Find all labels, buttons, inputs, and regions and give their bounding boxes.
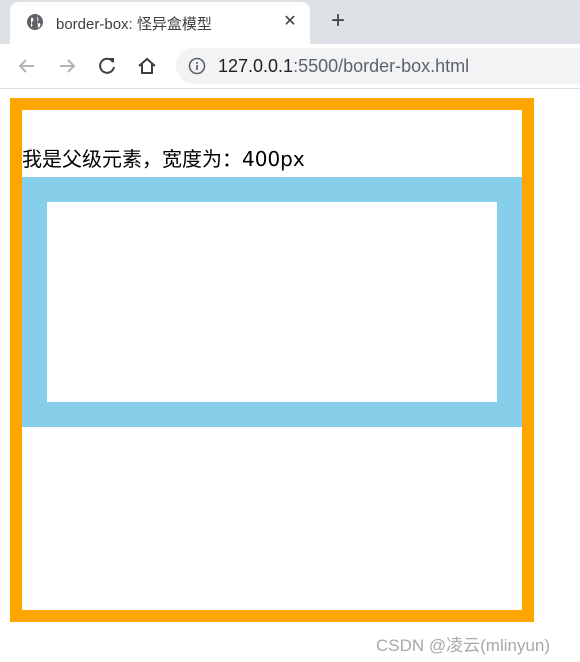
address-bar[interactable]: 127.0.0.1:5500/border-box.html [176,48,580,84]
browser-tab[interactable]: border-box: 怪异盒模型 ✕ [10,2,310,44]
url-host: 127.0.0.1 [218,56,294,76]
globe-icon [27,14,43,30]
close-icon[interactable]: ✕ [280,12,300,32]
parent-text: 我是父级元素，宽度为：400px [22,147,305,171]
reload-icon[interactable] [96,55,118,77]
child-box [22,177,522,427]
url-path: :5500/border-box.html [293,56,470,76]
parent-box: 我是父级元素，宽度为：400px [10,98,534,622]
arrow-right-icon[interactable] [56,55,78,77]
browser-toolbar: 127.0.0.1:5500/border-box.html [0,44,580,89]
arrow-left-icon[interactable] [16,55,38,77]
new-tab-button[interactable]: + [325,8,351,34]
tab-strip: border-box: 怪异盒模型 ✕ + [0,0,580,44]
info-icon[interactable] [188,57,206,75]
tab-title: border-box: 怪异盒模型 [56,16,212,33]
home-icon[interactable] [136,55,158,77]
watermark: CSDN @凌云(mlinyun) [376,636,551,655]
url-text[interactable]: 127.0.0.1:5500/border-box.html [218,56,469,77]
